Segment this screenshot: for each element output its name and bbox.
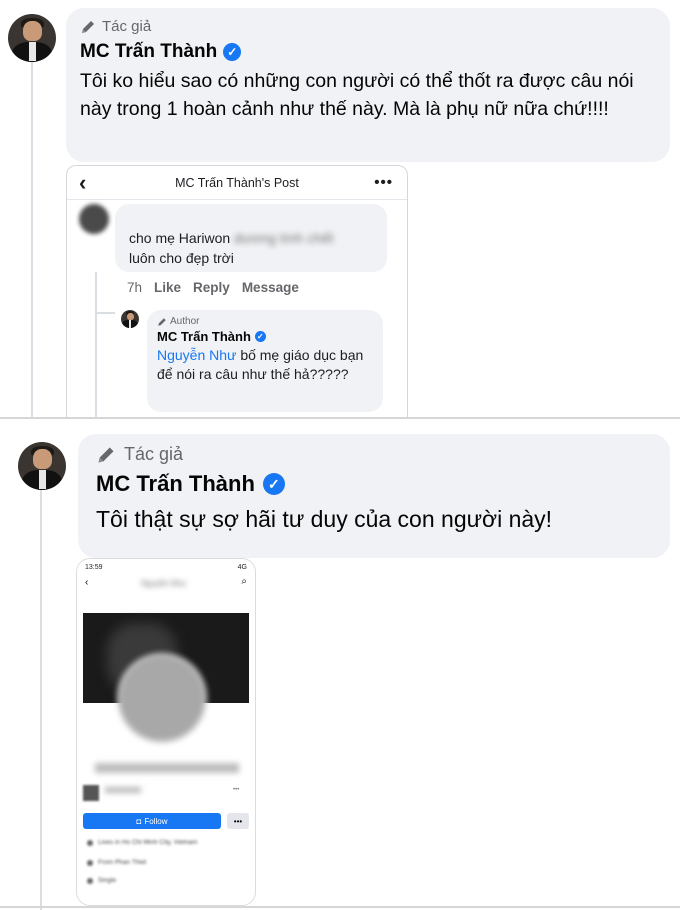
info-line: From Phan Thiet (87, 859, 146, 866)
status-signal: 4G (237, 563, 247, 571)
comment-actions: 7h Like Reply Message (127, 280, 299, 295)
info-line: Single (87, 877, 116, 884)
comment-text: Tôi thật sự sợ hãi tư duy của con người … (96, 506, 553, 532)
blurred-profile-row (83, 785, 99, 801)
comment-time: 7h (127, 280, 143, 295)
heart-icon (87, 877, 93, 884)
like-button[interactable]: Like (154, 280, 181, 295)
author-badge: Tác giả (96, 444, 652, 465)
profile-nav-title: Nguyễn Như (141, 579, 187, 588)
post-header-title: MC Trấn Thành's Post (175, 175, 299, 190)
section-divider (0, 417, 680, 419)
author-badge: Author (157, 316, 373, 327)
info-text: From Phan Thiet (98, 859, 147, 866)
section-divider (0, 906, 680, 908)
profile-nav: ‹ Nguyễn Như ⌕ (77, 575, 255, 595)
embedded-profile-screenshot: 13:59 4G ‹ Nguyễn Như ⌕ ••• ◘ Follow •••… (76, 558, 256, 906)
comment-text-visible: cho mẹ Hariwon (129, 230, 231, 246)
author-badge-label: Tác giả (124, 444, 184, 464)
commenter-name[interactable]: MC Trấn Thành (80, 41, 217, 63)
blurred-avatar (79, 204, 109, 234)
avatar[interactable] (18, 442, 66, 490)
verified-badge-icon: ✓ (254, 331, 266, 342)
mention-link[interactable]: Nguyễn Như (157, 347, 236, 363)
status-bar: 13:59 4G (77, 559, 255, 575)
author-badge-label: Tác giả (102, 18, 152, 35)
info-text: Single (98, 877, 117, 884)
back-arrow-icon[interactable]: ‹ (85, 577, 88, 588)
more-options-icon[interactable]: ••• (374, 174, 393, 191)
back-arrow-icon[interactable]: ‹ (79, 170, 86, 196)
info-text: Lives in Ho Chi Minh City, Vietnam (98, 839, 198, 846)
verified-badge-icon: ✓ (262, 473, 285, 495)
commenter-name[interactable]: MC Trấn Thành (96, 471, 255, 497)
reply-connector (95, 272, 97, 417)
post-header: ‹ MC Trấn Thành's Post ••• (67, 166, 407, 200)
pencil-icon (82, 20, 94, 33)
reply-button[interactable]: Reply (193, 280, 230, 295)
search-icon[interactable]: ⌕ (241, 576, 247, 587)
follow-label: Follow (144, 816, 168, 826)
author-badge: Tác giả (80, 18, 656, 35)
thread-line (40, 490, 42, 910)
comment-text-line2: luôn cho đẹp trời (129, 250, 234, 266)
more-icon[interactable]: ••• (233, 787, 239, 793)
comment-text: cho mẹ Hariwon dương tính chết luôn cho … (129, 228, 379, 268)
home-icon (87, 859, 93, 866)
reply-bubble: Author MC Trấn Thành ✓ Nguyễn Như bố mẹ … (147, 310, 383, 412)
blurred-profile-row (105, 787, 141, 793)
reply-text-block: Nguyễn Như bố mẹ giáo dục bạn để nói ra … (157, 346, 373, 384)
verified-badge-icon: ✓ (223, 43, 242, 61)
avatar[interactable] (121, 310, 139, 328)
comment-text-blurred: dương tính chết (234, 230, 334, 246)
embedded-post-screenshot: ‹ MC Trấn Thành's Post ••• cho mẹ Hariwo… (66, 165, 408, 417)
comment-bubble: Tác giả MC Trấn Thành ✓ Tôi ko hiểu sao … (66, 8, 670, 162)
comment-text: Tôi ko hiểu sao có những con người có th… (80, 70, 634, 120)
follow-icon: ◘ (136, 816, 142, 826)
follow-button[interactable]: ◘ Follow (83, 813, 221, 829)
blurred-profile-name (95, 763, 239, 773)
comment-bubble: Tác giả MC Trấn Thành ✓ Tôi thật sự sợ h… (78, 434, 670, 558)
reply-connector (95, 312, 115, 314)
pencil-icon (98, 447, 114, 462)
status-time: 13:59 (85, 563, 103, 571)
info-line: Lives in Ho Chi Minh City, Vietnam (87, 839, 197, 846)
avatar[interactable] (8, 14, 56, 62)
thread-line (31, 58, 33, 418)
more-button[interactable]: ••• (227, 813, 249, 829)
author-badge-label: Author (170, 316, 200, 327)
reply-author-name[interactable]: MC Trấn Thành (157, 329, 251, 344)
pencil-icon (158, 317, 166, 326)
info-icon (87, 839, 93, 846)
message-button[interactable]: Message (242, 280, 299, 295)
profile-picture (117, 653, 207, 743)
